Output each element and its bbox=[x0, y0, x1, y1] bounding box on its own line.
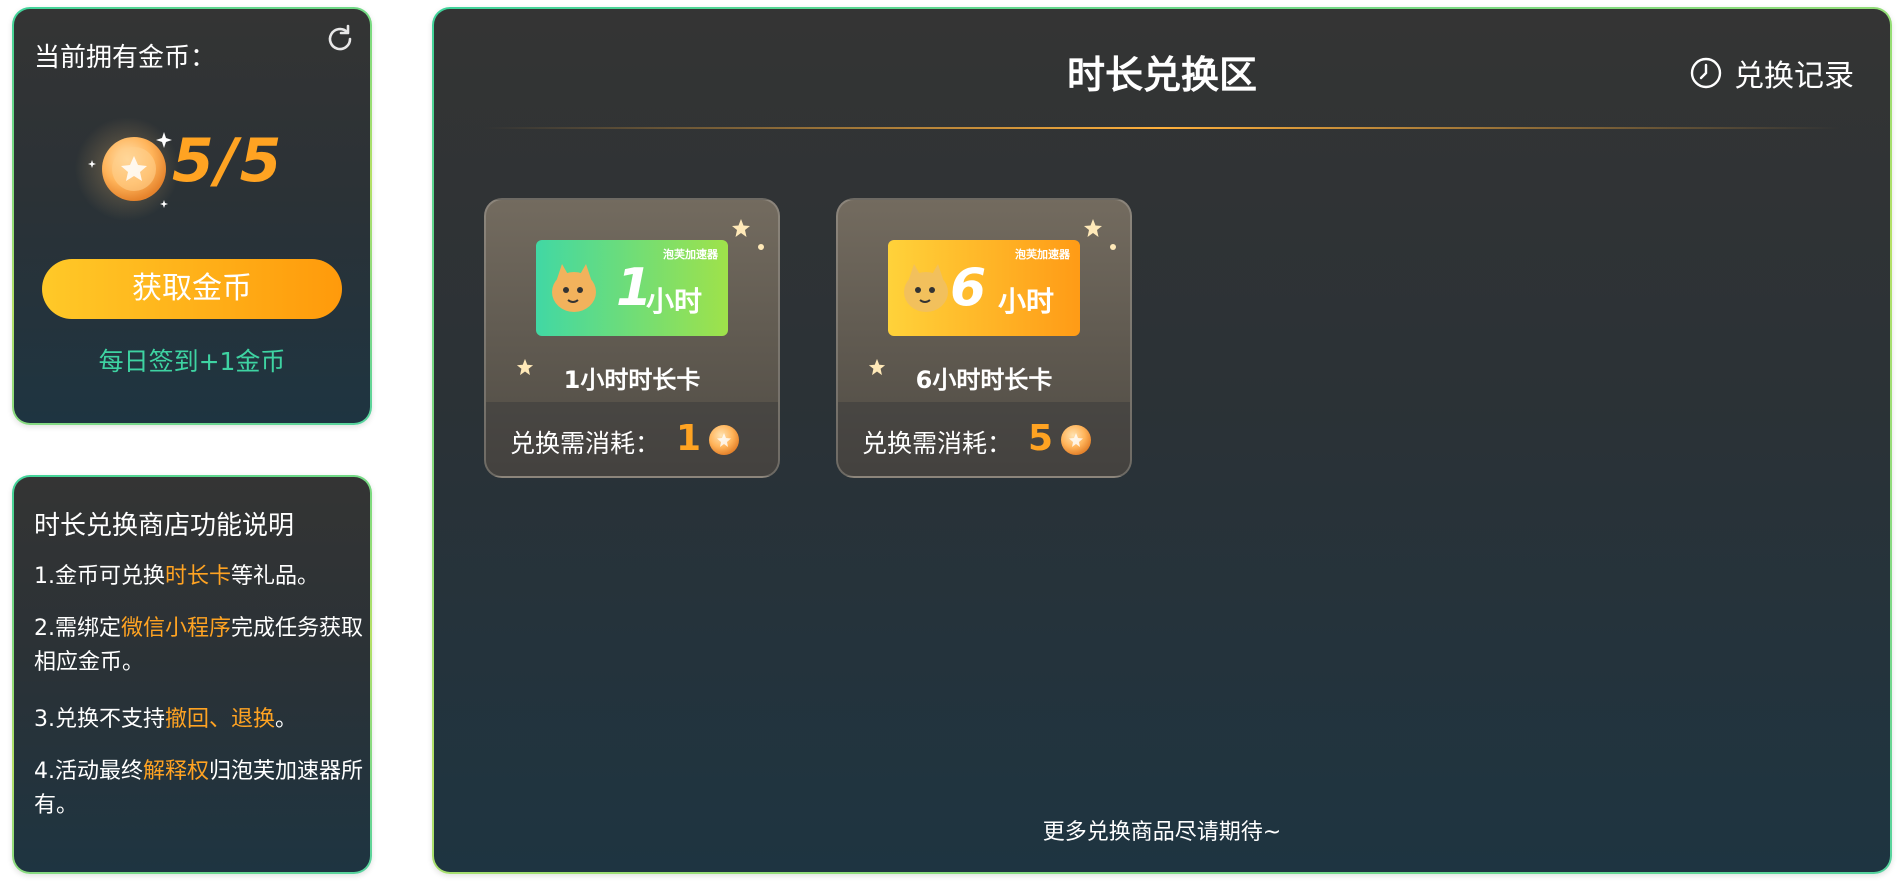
mascot-icon bbox=[904, 264, 948, 312]
coin-count: 5/5 bbox=[172, 126, 284, 196]
card-top: 泡芙加速器 6 小时 6小时时长卡 bbox=[838, 200, 1130, 402]
sparkle-icon bbox=[732, 219, 750, 237]
coin-panel-title: 当前拥有金币： bbox=[34, 43, 217, 73]
ticket-number: 6 bbox=[950, 258, 987, 318]
card-cost-row: 兑换需消耗： 1 bbox=[486, 402, 778, 476]
get-coins-button[interactable]: 获取金币 bbox=[42, 259, 342, 319]
product-card-1h[interactable]: 泡芙加速器 1 小时 1小时时长卡 兑换需消耗： 1 bbox=[484, 198, 780, 478]
card-top: 泡芙加速器 1 小时 1小时时长卡 bbox=[486, 200, 778, 402]
cost-label: 兑换需消耗： bbox=[862, 429, 1013, 458]
ticket-unit: 小时 bbox=[998, 285, 1055, 318]
coin-panel: 当前拥有金币： 5/5 获取金币 每日签到+1金币 bbox=[12, 7, 372, 425]
description-title: 时长兑换商店功能说明 bbox=[34, 511, 295, 541]
clock-history-icon bbox=[1690, 57, 1722, 89]
card-name: 6小时时长卡 bbox=[915, 366, 1053, 394]
product-card-6h[interactable]: 泡芙加速器 6 小时 6小时时长卡 兑换需消耗： 5 bbox=[836, 198, 1132, 478]
desc-highlight: 解释权 bbox=[143, 759, 210, 784]
daily-checkin-text: 每日签到+1金币 bbox=[98, 347, 286, 376]
description-panel: 时长兑换商店功能说明 1.金币可兑换时长卡等礼品。 2.需绑定微信小程序完成任务… bbox=[12, 475, 372, 874]
ticket-unit: 小时 bbox=[646, 285, 703, 318]
desc-text: 。 bbox=[275, 707, 298, 732]
desc-highlight: 微信小程序 bbox=[121, 616, 232, 641]
refresh-icon[interactable] bbox=[324, 23, 356, 55]
coin-icon bbox=[75, 117, 179, 221]
description-item: 1.金币可兑换时长卡等礼品。 bbox=[34, 560, 364, 594]
sparkle-icon bbox=[758, 244, 764, 250]
coin-icon bbox=[709, 425, 739, 455]
sparkle-icon bbox=[1110, 244, 1116, 250]
description-item: 2.需绑定微信小程序完成任务获取相应金币。 bbox=[34, 612, 364, 680]
desc-text: 4.活动最终 bbox=[34, 759, 143, 784]
description-item: 4.活动最终解释权归泡芙加速器所有。 bbox=[34, 755, 364, 823]
exchange-history-button[interactable]: 兑换记录 bbox=[1688, 51, 1854, 95]
exchange-panel: 时长兑换区 兑换记录 泡芙加速器 1 小时 1小时时长卡 兑换需消耗： 1 泡芙… bbox=[432, 7, 1892, 874]
ticket-image: 泡芙加速器 6 小时 bbox=[888, 240, 1080, 336]
card-cost-row: 兑换需消耗： 5 bbox=[838, 402, 1130, 476]
page-title: 时长兑换区 bbox=[1066, 53, 1257, 97]
divider bbox=[484, 127, 1840, 129]
card-name: 1小时时长卡 bbox=[563, 366, 701, 394]
ticket-brand: 泡芙加速器 bbox=[663, 248, 718, 261]
description-item: 3.兑换不支持撤回、退换。 bbox=[34, 703, 364, 737]
exchange-history-label: 兑换记录 bbox=[1734, 59, 1854, 94]
desc-text: 2.需绑定 bbox=[34, 616, 121, 641]
cost-value: 5 bbox=[1028, 418, 1054, 459]
ticket-image: 泡芙加速器 1 小时 bbox=[536, 240, 728, 336]
coin-icon bbox=[1061, 425, 1091, 455]
desc-highlight: 时长卡 bbox=[165, 564, 232, 589]
cost-value: 1 bbox=[676, 418, 702, 459]
sparkle-icon bbox=[1084, 219, 1102, 237]
desc-highlight: 撤回、退换 bbox=[165, 707, 276, 732]
desc-text: 等礼品。 bbox=[231, 564, 320, 589]
ticket-brand: 泡芙加速器 bbox=[1015, 248, 1070, 261]
cost-label: 兑换需消耗： bbox=[510, 429, 661, 458]
mascot-icon bbox=[552, 264, 596, 312]
desc-text: 1.金币可兑换 bbox=[34, 564, 165, 589]
desc-text: 3.兑换不支持 bbox=[34, 707, 165, 732]
more-coming-note: 更多兑换商品尽请期待~ bbox=[1042, 820, 1282, 845]
